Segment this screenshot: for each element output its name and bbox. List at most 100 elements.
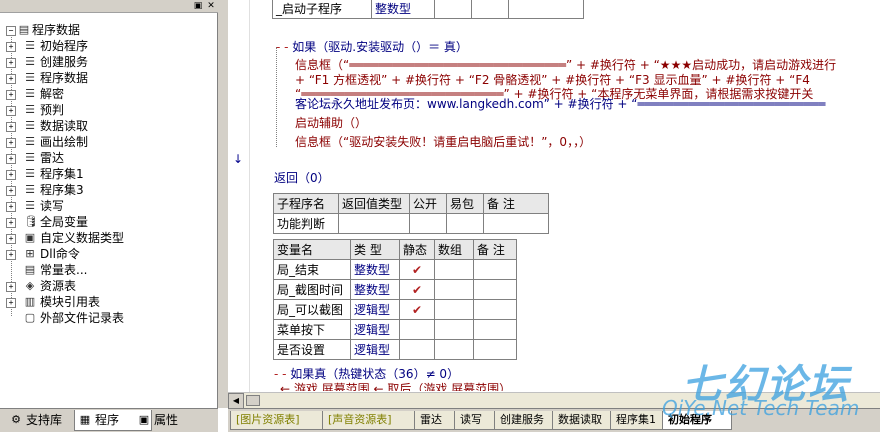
var-type-cell[interactable]: 逻辑型	[350, 299, 400, 320]
panel-splitter[interactable]	[218, 0, 228, 408]
var-name-cell[interactable]: 局_可以截图	[273, 299, 351, 320]
tree-item-label: 画出绘制	[40, 135, 89, 149]
expand-icon[interactable]: +	[6, 138, 16, 148]
custom-type-icon: ▣	[24, 231, 36, 244]
tree-item-label: 模块引用表	[40, 295, 101, 309]
project-tree: − ▤ 程序数据 + ☰ 初始程序 + ☰ 创建服务 + ☰ 程序数据 + ☰ 解密 + ☰ 预判 + ☰ 数据读…	[4, 20, 216, 408]
scroll-left-icon[interactable]: ◀	[228, 393, 244, 409]
var-static-cell[interactable]: ✔	[399, 279, 435, 300]
expand-icon[interactable]: +	[6, 58, 16, 68]
if-text: 如果（驱动.安装驱动（）＝ 真）	[292, 40, 468, 54]
code-line[interactable]: 信息框（“驱动安装失败！请重启电脑后重试！”，0，，）	[295, 135, 591, 150]
pin-icon[interactable]: ▣	[193, 1, 203, 11]
table-cell[interactable]	[434, 279, 474, 300]
var-name-cell[interactable]: 局_截图时间	[273, 279, 351, 300]
table-cell[interactable]	[473, 319, 517, 340]
return-statement[interactable]: 返回（0）	[274, 171, 330, 186]
var-name-cell[interactable]: 局_结束	[273, 259, 351, 280]
table-row[interactable]: 是否设置 逻辑型	[273, 339, 517, 360]
module-ref-icon: ▥	[24, 295, 36, 308]
expand-icon[interactable]: +	[6, 186, 16, 196]
tree-item-label: 自定义数据类型	[40, 231, 125, 245]
left-panel-tabs: ⚙ 支持库 ▦ 程序 ▣ 属性	[0, 408, 218, 432]
var-name-cell[interactable]: 是否设置	[273, 339, 351, 360]
tree-item-label: 初始程序	[40, 39, 89, 53]
table-cell[interactable]	[471, 0, 509, 19]
expand-icon[interactable]: +	[6, 282, 16, 292]
table-cell[interactable]	[483, 213, 549, 234]
code-line[interactable]: + “F1 方框透视” + #换行符 + “F2 骨骼透视” + #换行符 + …	[295, 73, 810, 88]
forum-watermark: 七幻论坛 QiYe.Net Tech Team	[660, 352, 880, 422]
code-editor[interactable]: _启动子程序 整数型 - - 如果（驱动.安装驱动（）＝ 真） 信息框（“═══…	[250, 0, 880, 408]
expand-icon[interactable]: +	[6, 170, 16, 180]
code-line[interactable]: 客论坛永久地址发布页：www.langkedh.com” + #换行符 + “═…	[295, 97, 825, 112]
column-header: 类 型	[350, 239, 400, 260]
code-line[interactable]: ← 游戏 屏幕范围 ← 取后（游戏 屏幕范围）	[280, 382, 511, 391]
var-type-cell[interactable]: 整数型	[350, 279, 400, 300]
table-cell[interactable]	[409, 213, 447, 234]
collapse-icon[interactable]: −	[6, 26, 16, 36]
close-icon[interactable]: ✕	[206, 1, 216, 11]
table-cell[interactable]	[434, 339, 474, 360]
code-line[interactable]: 信息框（“══════════════════════════════” + #…	[295, 58, 836, 73]
expand-icon[interactable]: +	[6, 90, 16, 100]
expand-icon[interactable]: +	[6, 202, 16, 212]
if-statement[interactable]: - - 如果（驱动.安装驱动（）＝ 真）	[276, 40, 468, 55]
table-cell[interactable]	[473, 299, 517, 320]
tab-properties[interactable]: ▣ 属性	[134, 410, 210, 430]
table-cell[interactable]	[473, 259, 517, 280]
code-line[interactable]: 启动辅助（）	[295, 116, 367, 131]
var-static-cell[interactable]	[399, 319, 435, 340]
table-cell[interactable]	[434, 319, 474, 340]
expand-icon[interactable]: +	[6, 234, 16, 244]
table-cell[interactable]: 功能判断	[273, 213, 339, 234]
module-icon: ☰	[25, 199, 35, 212]
tree-item-label: 创建服务	[40, 55, 89, 69]
table-cell[interactable]	[434, 0, 472, 19]
expand-icon[interactable]: +	[6, 74, 16, 84]
table-row[interactable]: 局_截图时间 整数型 ✔	[273, 279, 517, 300]
if-true-text: 如果真（热键状态（36）≠ 0）	[290, 367, 460, 381]
tree-item-label: 雷达	[40, 151, 65, 165]
tree-item-label: 程序集1	[40, 167, 84, 181]
var-type-cell[interactable]: 逻辑型	[350, 339, 400, 360]
table-cell[interactable]	[473, 339, 517, 360]
expand-icon[interactable]: +	[6, 122, 16, 132]
table-cell[interactable]	[473, 279, 517, 300]
var-name-cell[interactable]: 菜单按下	[273, 319, 351, 340]
expand-icon[interactable]: +	[6, 298, 16, 308]
resource-icon: ◈	[25, 279, 35, 292]
expand-icon[interactable]: +	[6, 42, 16, 52]
expand-icon[interactable]: +	[6, 218, 16, 228]
column-header: 静态	[399, 239, 435, 260]
var-static-cell[interactable]: ✔	[399, 299, 435, 320]
table-cell[interactable]	[434, 299, 474, 320]
current-line-arrow-icon: ↓	[232, 152, 244, 166]
if-true-statement[interactable]: - - 如果真（热键状态（36）≠ 0）	[274, 367, 459, 382]
table-row[interactable]: 菜单按下 逻辑型	[273, 319, 517, 340]
flow-guide-line	[276, 47, 277, 147]
module-icon: ☰	[25, 119, 35, 132]
expand-icon[interactable]: +	[6, 250, 16, 260]
panel-header: ▣ ✕	[0, 0, 218, 13]
var-static-cell[interactable]	[399, 339, 435, 360]
scroll-thumb[interactable]	[246, 395, 260, 406]
code-tab[interactable]: [声音资源表]	[322, 411, 424, 430]
table-cell[interactable]	[338, 213, 410, 234]
table-cell[interactable]	[434, 259, 474, 280]
table-row[interactable]: 局_可以截图 逻辑型 ✔	[273, 299, 517, 320]
tree-item-label: 外部文件记录表	[40, 311, 125, 325]
table-cell[interactable]	[508, 0, 584, 19]
var-type-cell[interactable]: 逻辑型	[350, 319, 400, 340]
var-static-cell[interactable]: ✔	[399, 259, 435, 280]
sub-type-cell[interactable]: 整数型	[371, 0, 435, 19]
code-tab[interactable]: [图片资源表]	[230, 411, 332, 430]
tree-item-label: 程序数据	[40, 71, 89, 85]
table-row[interactable]: 局_结束 整数型 ✔	[273, 259, 517, 280]
table-cell[interactable]	[446, 213, 484, 234]
expand-icon[interactable]: +	[6, 106, 16, 116]
folder-icon: ▤	[18, 23, 30, 36]
expand-icon[interactable]: +	[6, 154, 16, 164]
sub-name-cell[interactable]: _启动子程序	[272, 0, 372, 19]
var-type-cell[interactable]: 整数型	[350, 259, 400, 280]
